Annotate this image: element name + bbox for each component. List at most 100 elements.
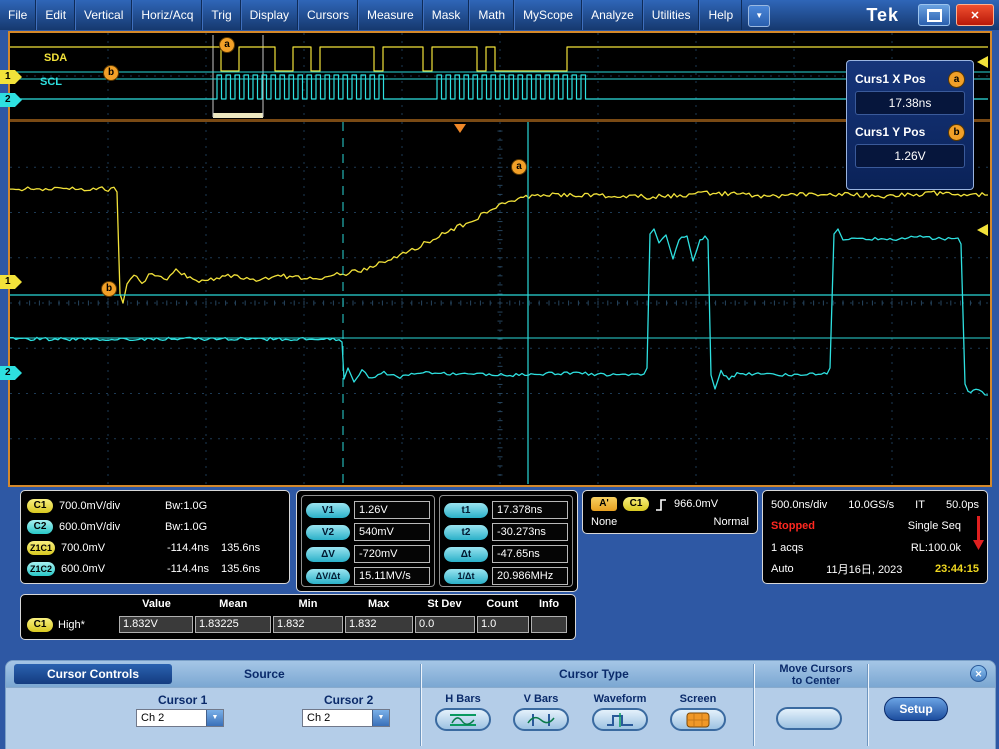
clock-time: 23:44:15 <box>934 563 979 576</box>
menu-overflow-button[interactable]: ▼ <box>748 5 771 27</box>
zoom1-ch1-start: -114.4ns <box>167 541 210 554</box>
trigger-level-arrow[interactable] <box>977 224 988 236</box>
v2-badge: V2 <box>306 524 350 540</box>
waveform-button[interactable] <box>592 708 648 731</box>
freq-value: 20.986MHz <box>492 567 568 585</box>
menu-item-vertical[interactable]: Vertical <box>75 0 133 30</box>
ch2-bandwidth: Bw:1.0G <box>165 520 208 533</box>
meas-mean: 1.83225 <box>195 616 271 633</box>
chevron-down-icon[interactable]: ▼ <box>206 710 223 726</box>
oscilloscope-app: File Edit Vertical Horiz/Acq Trig Displa… <box>0 0 999 749</box>
cursor-b-marker-overview[interactable]: b <box>103 65 119 81</box>
cursor1-source-value: Ch 2 <box>141 712 165 724</box>
setup-button[interactable]: Setup <box>884 697 948 721</box>
close-button[interactable]: ✕ <box>956 4 994 26</box>
vbars-icon <box>527 713 555 726</box>
cursor-a-badge: a <box>948 70 965 88</box>
meas-info <box>531 616 567 633</box>
vbars-button[interactable] <box>513 708 569 731</box>
cursor-measurement-panel: V1 1.26V V2 540mV ΔV -720mV ΔV/Δt 15.11MV/s … <box>296 490 578 592</box>
col-stdev: St Dev <box>427 598 462 610</box>
v2-value: 540mV <box>354 523 430 541</box>
hbars-button[interactable] <box>435 708 491 731</box>
vbars-label: V Bars <box>523 693 559 705</box>
cursor1-source-select[interactable]: Ch 2 ▼ <box>136 709 224 727</box>
ch1-badge: C1 <box>27 498 53 513</box>
menu-bar: File Edit Vertical Horiz/Acq Trig Displa… <box>0 0 999 30</box>
trigger-mode: Normal <box>713 516 749 528</box>
trig-mode: Auto <box>771 563 794 576</box>
cursor-a-marker[interactable]: a <box>511 159 527 175</box>
zoom1-ch2-row: Z1C2 600.0mV -114.4ns 135.6ns <box>27 558 283 579</box>
menu-item-math[interactable]: Math <box>469 0 515 30</box>
zoom1-ch2-badge: Z1C2 <box>27 561 56 576</box>
trigger-source-row: A' C1 966.0mV <box>591 495 749 513</box>
overview-graticule <box>10 33 990 119</box>
v1-value: 1.26V <box>354 501 430 519</box>
dvdt-badge: ΔV/Δt <box>306 568 350 584</box>
record-length: RL:100.0k <box>910 541 961 554</box>
dt-badge: Δt <box>444 546 488 562</box>
hbars-icon <box>450 713 476 726</box>
cursor-b-marker[interactable]: b <box>101 281 117 297</box>
col-min: Min <box>298 598 318 610</box>
cursor-b-badge: b <box>948 123 965 141</box>
chevron-down-icon[interactable]: ▼ <box>372 710 389 726</box>
date: 11月16日, 2023 <box>826 564 903 577</box>
chevron-down-icon: ▼ <box>755 11 764 20</box>
acq-count-row: 1 acqs RL:100.0k <box>771 537 979 559</box>
dvdt-value: 15.11MV/s <box>354 567 430 585</box>
menu-item-mask[interactable]: Mask <box>422 0 470 30</box>
datetime-row: Auto 11月16日, 2023 23:44:15 <box>771 559 979 581</box>
minimize-button[interactable] <box>918 4 950 26</box>
meas-min: 1.832 <box>273 616 343 633</box>
meas-max: 1.832 <box>345 616 413 633</box>
zoom1-ch2-scale: 600.0mV <box>61 562 106 575</box>
acq-state-row: Stopped Single Seq <box>771 516 979 538</box>
menu-item-cursors[interactable]: Cursors <box>298 0 359 30</box>
ch1-scale: 700.0mV/div <box>59 499 121 512</box>
measurement-table: Value Mean Min Max St Dev Count Info C1 … <box>20 594 576 640</box>
acq-state: Stopped <box>771 520 815 533</box>
trigger-level: 966.0mV <box>674 498 719 510</box>
tek-logo: Tek <box>866 4 899 25</box>
col-count: Count <box>486 598 519 610</box>
ch1-scale-row: C1 700.0mV/div Bw:1.0G <box>27 495 283 516</box>
menu-item-horiz-acq[interactable]: Horiz/Acq <box>132 0 203 30</box>
acq-count: 1 acqs <box>771 541 804 554</box>
panel-close-button[interactable]: ✕ <box>970 665 987 682</box>
menu-item-myscope[interactable]: MyScope <box>514 0 583 30</box>
t1-value: 17.378ns <box>492 501 568 519</box>
overview-level-arrow[interactable] <box>977 56 988 68</box>
t2-value: -30.273ns <box>492 523 568 541</box>
interp-mode: IT <box>915 498 925 511</box>
screen-button[interactable] <box>670 708 726 731</box>
menu-item-help[interactable]: Help <box>699 0 743 30</box>
cursor-x-label: Curs1 X Pos <box>855 72 926 86</box>
menu-item-file[interactable]: File <box>0 0 37 30</box>
t2-badge: t2 <box>444 524 488 540</box>
menu-item-utilities[interactable]: Utilities <box>642 0 700 30</box>
menu-item-measure[interactable]: Measure <box>358 0 423 30</box>
zoom1-ch2-span: 135.6ns <box>221 562 261 575</box>
menu-item-analyze[interactable]: Analyze <box>582 0 643 30</box>
menu-item-edit[interactable]: Edit <box>36 0 76 30</box>
trigger-position-marker[interactable] <box>454 124 466 133</box>
freq-badge: 1/Δt <box>444 568 488 584</box>
zoom1-ch1-span: 135.6ns <box>221 541 261 554</box>
vertical-readout-panel: C1 700.0mV/div Bw:1.0G C2 600.0mV/div Bw… <box>20 490 290 584</box>
screen-label: Screen <box>679 693 717 705</box>
ch2-scale: 600.0mV/div <box>59 520 121 533</box>
cursor-a-marker-overview[interactable]: a <box>219 37 235 53</box>
meas-name: High* <box>58 618 85 631</box>
menu-item-trig[interactable]: Trig <box>202 0 241 30</box>
menu-item-display[interactable]: Display <box>240 0 298 30</box>
main-graticule <box>10 122 990 484</box>
resolution: 50.0ps <box>945 498 979 511</box>
cursor2-source-select[interactable]: Ch 2 ▼ <box>302 709 390 727</box>
timebase: 500.0ns/div <box>771 498 828 511</box>
move-cursors-button[interactable] <box>776 707 842 730</box>
horizontal-readout-panel: 500.0ns/div 10.0GS/s IT 50.0ps Stopped S… <box>762 490 988 584</box>
meas-value: 1.832V <box>119 616 193 633</box>
waveform-display[interactable]: SDA SCL a b a b <box>8 31 992 487</box>
